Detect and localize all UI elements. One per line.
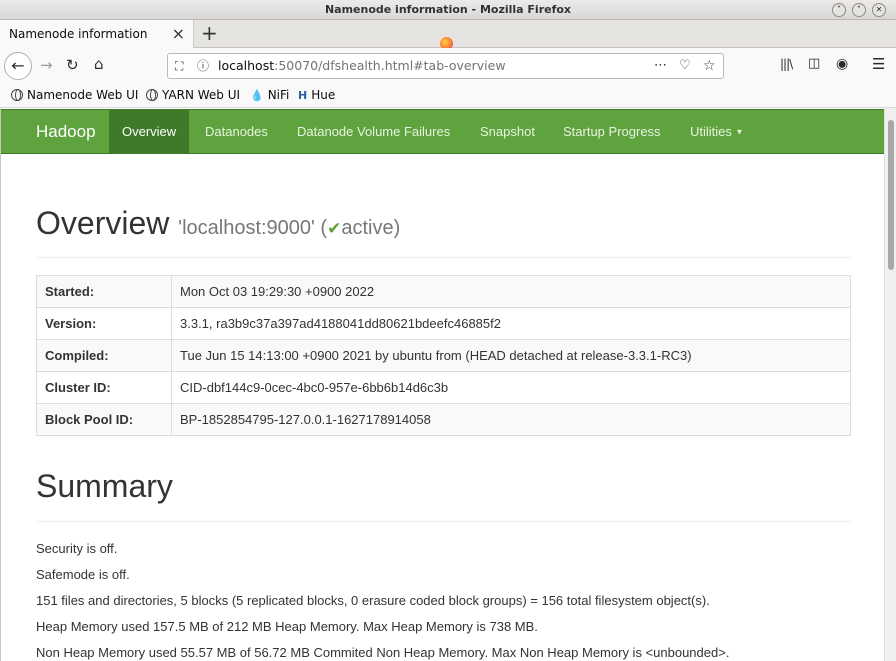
sidebar-icon[interactable]: ◫ [808,56,820,71]
checkmark-icon: ✔ [327,219,342,238]
row-label: Block Pool ID: [36,403,172,436]
namenode-host: 'localhost:9000' (✔active) [178,217,401,239]
window-titlebar: Namenode information - Mozilla Firefox ˅… [0,0,896,20]
overview-heading: Overview 'localhost:9000' (✔active) [36,205,400,242]
library-icon[interactable]: |||\ [780,57,793,71]
summary-filesystem-objects: 151 files and directories, 5 blocks (5 r… [36,593,710,608]
row-label: Started: [36,275,172,308]
table-row: Version: 3.3.1, ra3b9c37a397ad4188041dd8… [36,307,851,340]
tab-label: Namenode information [9,27,148,41]
forward-icon[interactable]: → [40,56,53,74]
table-row: Block Pool ID: BP-1852854795-127.0.0.1-1… [36,403,851,436]
bookmark-nifi[interactable]: 💧 NiFi [250,88,289,102]
row-label: Version: [36,307,172,340]
overview-title: Overview [36,205,170,241]
globe-icon [11,89,23,101]
row-value: BP-1852854795-127.0.0.1-1627178914058 [171,403,851,436]
row-value: Mon Oct 03 19:29:30 +0900 2022 [171,275,851,308]
globe-icon [146,89,158,101]
url-text[interactable]: localhost:50070/dfshealth.html#tab-overv… [218,54,506,78]
bookmarks-toolbar: Namenode Web UI YARN Web UI 💧 NiFi H Hue [0,84,896,108]
navigation-toolbar: ← → ↻ ⌂ ⛶ ⓘ localhost:50070/dfshealth.ht… [0,48,896,84]
scrollbar-thumb[interactable] [888,120,894,270]
table-row: Started: Mon Oct 03 19:29:30 +0900 2022 [36,275,851,308]
info-icon[interactable]: ⓘ [197,54,209,78]
bookmark-yarn-web-ui[interactable]: YARN Web UI [146,88,240,102]
more-icon[interactable]: ⋯ [654,54,667,78]
row-value: Tue Jun 15 14:13:00 +0900 2021 by ubuntu… [171,339,851,372]
nav-datanode-volume-failures[interactable]: Datanode Volume Failures [284,110,463,154]
row-label: Compiled: [36,339,172,372]
back-icon[interactable]: ← [4,52,32,80]
row-label: Cluster ID: [36,371,172,404]
summary-heap-memory: Heap Memory used 157.5 MB of 212 MB Heap… [36,619,538,634]
nav-overview[interactable]: Overview [109,110,190,154]
page-viewport: Hadoop Overview Datanodes Datanode Volum… [0,108,884,661]
page-scrollbar[interactable] [884,108,896,661]
nav-snapshot[interactable]: Snapshot [467,110,548,154]
hadoop-brand-link[interactable]: Hadoop [36,110,96,154]
account-icon[interactable]: ◉ [836,56,848,72]
summary-heading: Summary [36,468,173,504]
minimize-button[interactable]: ˅ [832,3,846,17]
row-value: CID-dbf144c9-0cec-4bc0-957e-6bb6b14d6c3b [171,371,851,404]
pocket-icon[interactable]: ♡ [679,54,691,78]
table-row: Compiled: Tue Jun 15 14:13:00 +0900 2021… [36,339,851,372]
menu-icon[interactable]: ☰ [872,55,885,73]
nifi-drop-icon: 💧 [250,88,264,102]
divider [36,257,851,258]
close-window-button[interactable]: ✕ [872,3,886,17]
namenode-state: active) [341,217,401,239]
summary-security: Security is off. [36,541,118,556]
nav-startup-progress[interactable]: Startup Progress [550,110,674,154]
bookmark-hue[interactable]: H Hue [298,88,335,102]
table-row: Cluster ID: CID-dbf144c9-0cec-4bc0-957e-… [36,371,851,404]
nav-datanodes[interactable]: Datanodes [192,110,281,154]
hadoop-navbar: Hadoop Overview Datanodes Datanode Volum… [1,109,884,154]
bookmark-namenode-web-ui[interactable]: Namenode Web UI [11,88,138,102]
summary-non-heap-memory: Non Heap Memory used 55.57 MB of 56.72 M… [36,645,730,660]
divider [36,521,851,522]
caret-down-icon: ▼ [735,127,744,137]
overview-table: Started: Mon Oct 03 19:29:30 +0900 2022 … [36,275,851,436]
maximize-button[interactable]: ˄ [852,3,866,17]
tab-namenode-information[interactable]: Namenode information × [0,20,194,49]
summary-safemode: Safemode is off. [36,567,130,582]
home-icon[interactable]: ⌂ [94,55,104,73]
new-tab-button[interactable]: + [201,21,218,45]
tab-close-icon[interactable]: × [172,24,185,43]
reload-icon[interactable]: ↻ [66,56,79,74]
window-title: Namenode information - Mozilla Firefox [324,3,572,16]
nav-utilities-label: Utilities [690,124,732,139]
url-bar[interactable]: ⛶ ⓘ localhost:50070/dfshealth.html#tab-o… [167,53,724,79]
shield-icon[interactable]: ⛶ [175,54,183,78]
row-value: 3.3.1, ra3b9c37a397ad4188041dd80621bdeef… [171,307,851,340]
star-icon[interactable]: ☆ [703,54,716,78]
nav-utilities-dropdown[interactable]: Utilities ▼ [677,110,756,154]
hue-logo-icon: H [298,88,308,102]
